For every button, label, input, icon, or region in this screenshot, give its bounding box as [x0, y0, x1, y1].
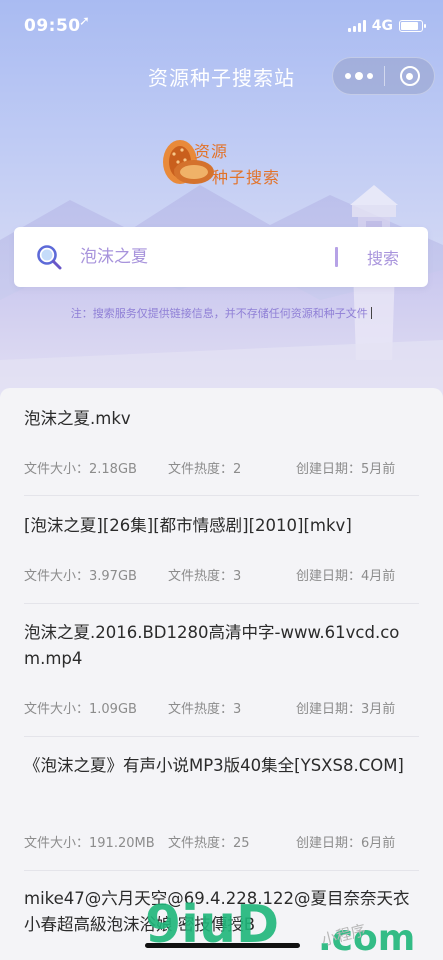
- battery-icon: [399, 20, 426, 32]
- close-icon[interactable]: [385, 58, 434, 94]
- search-button[interactable]: 搜索: [338, 245, 428, 269]
- text-cursor: [370, 307, 373, 319]
- location-arrow-icon: ➚: [79, 14, 90, 29]
- result-hot: 文件热度：3: [168, 702, 242, 717]
- result-hot: 文件热度：25: [168, 836, 250, 851]
- status-bar: 09:50 ➚ 4G: [0, 0, 443, 54]
- result-date: 创建日期：4月前: [296, 569, 396, 584]
- disclaimer-text: 注：搜索服务仅提供链接信息，并不存储任何资源和种子文件: [70, 307, 368, 320]
- more-icon[interactable]: [333, 58, 384, 94]
- search-input[interactable]: [80, 247, 335, 267]
- result-title: 泡沫之夏.2016.BD1280高清中字-www.61vcd.com.mp4: [24, 623, 400, 668]
- disclaimer-notice: 注：搜索服务仅提供链接信息，并不存储任何资源和种子文件: [0, 305, 443, 321]
- result-item[interactable]: 泡沫之夏.mkv 文件大小：2.18GB 文件热度：2 创建日期：5月前: [24, 406, 419, 496]
- search-bar: 搜索: [14, 227, 428, 287]
- result-size: 文件大小：3.97GB: [24, 569, 137, 584]
- result-meta: 文件大小：2.18GB 文件热度：2 创建日期：5月前: [24, 458, 395, 477]
- result-title: 泡沫之夏.mkv: [24, 409, 131, 428]
- result-meta: 文件大小：191.20MB 文件热度：25 创建日期：6月前: [24, 832, 395, 851]
- result-date: 创建日期：5月前: [296, 462, 396, 477]
- mini-program-capsule: [332, 57, 435, 95]
- result-date: 创建日期：6月前: [296, 836, 396, 851]
- result-size: 文件大小：1.09GB: [24, 702, 137, 717]
- result-hot: 文件热度：2: [168, 462, 242, 477]
- result-meta: 文件大小：3.97GB 文件热度：3 创建日期：4月前: [24, 565, 395, 584]
- result-title: [泡沫之夏][26集][都市情感剧][2010][mkv]: [24, 516, 352, 535]
- logo: 资源 种子搜索: [158, 136, 288, 192]
- home-indicator: [145, 943, 300, 948]
- results-list: 泡沫之夏.mkv 文件大小：2.18GB 文件热度：2 创建日期：5月前 [泡沫…: [0, 388, 443, 960]
- result-item[interactable]: 泡沫之夏.2016.BD1280高清中字-www.61vcd.com.mp4 文…: [24, 620, 419, 737]
- result-size: 文件大小：2.18GB: [24, 462, 137, 477]
- status-time: 09:50: [24, 16, 81, 36]
- network-label: 4G: [371, 18, 393, 34]
- site-watermark: 9iuD .com 小程序: [145, 895, 415, 959]
- logo-text-line1: 资源: [194, 142, 229, 161]
- result-hot: 文件热度：3: [168, 569, 242, 584]
- result-date: 创建日期：3月前: [296, 702, 396, 717]
- status-indicators: 4G: [347, 18, 426, 34]
- result-title: 《泡沫之夏》有声小说MP3版40集全[YSXS8.COM]: [24, 756, 404, 775]
- search-icon: [37, 245, 62, 270]
- result-meta: 文件大小：1.09GB 文件热度：3 创建日期：3月前: [24, 698, 395, 717]
- result-item[interactable]: 《泡沫之夏》有声小说MP3版40集全[YSXS8.COM] 文件大小：191.2…: [24, 753, 419, 871]
- signal-icon: [347, 20, 366, 32]
- result-size: 文件大小：191.20MB: [24, 836, 155, 851]
- result-item[interactable]: [泡沫之夏][26集][都市情感剧][2010][mkv] 文件大小：3.97G…: [24, 513, 419, 604]
- logo-text-line2: 种子搜索: [212, 168, 281, 187]
